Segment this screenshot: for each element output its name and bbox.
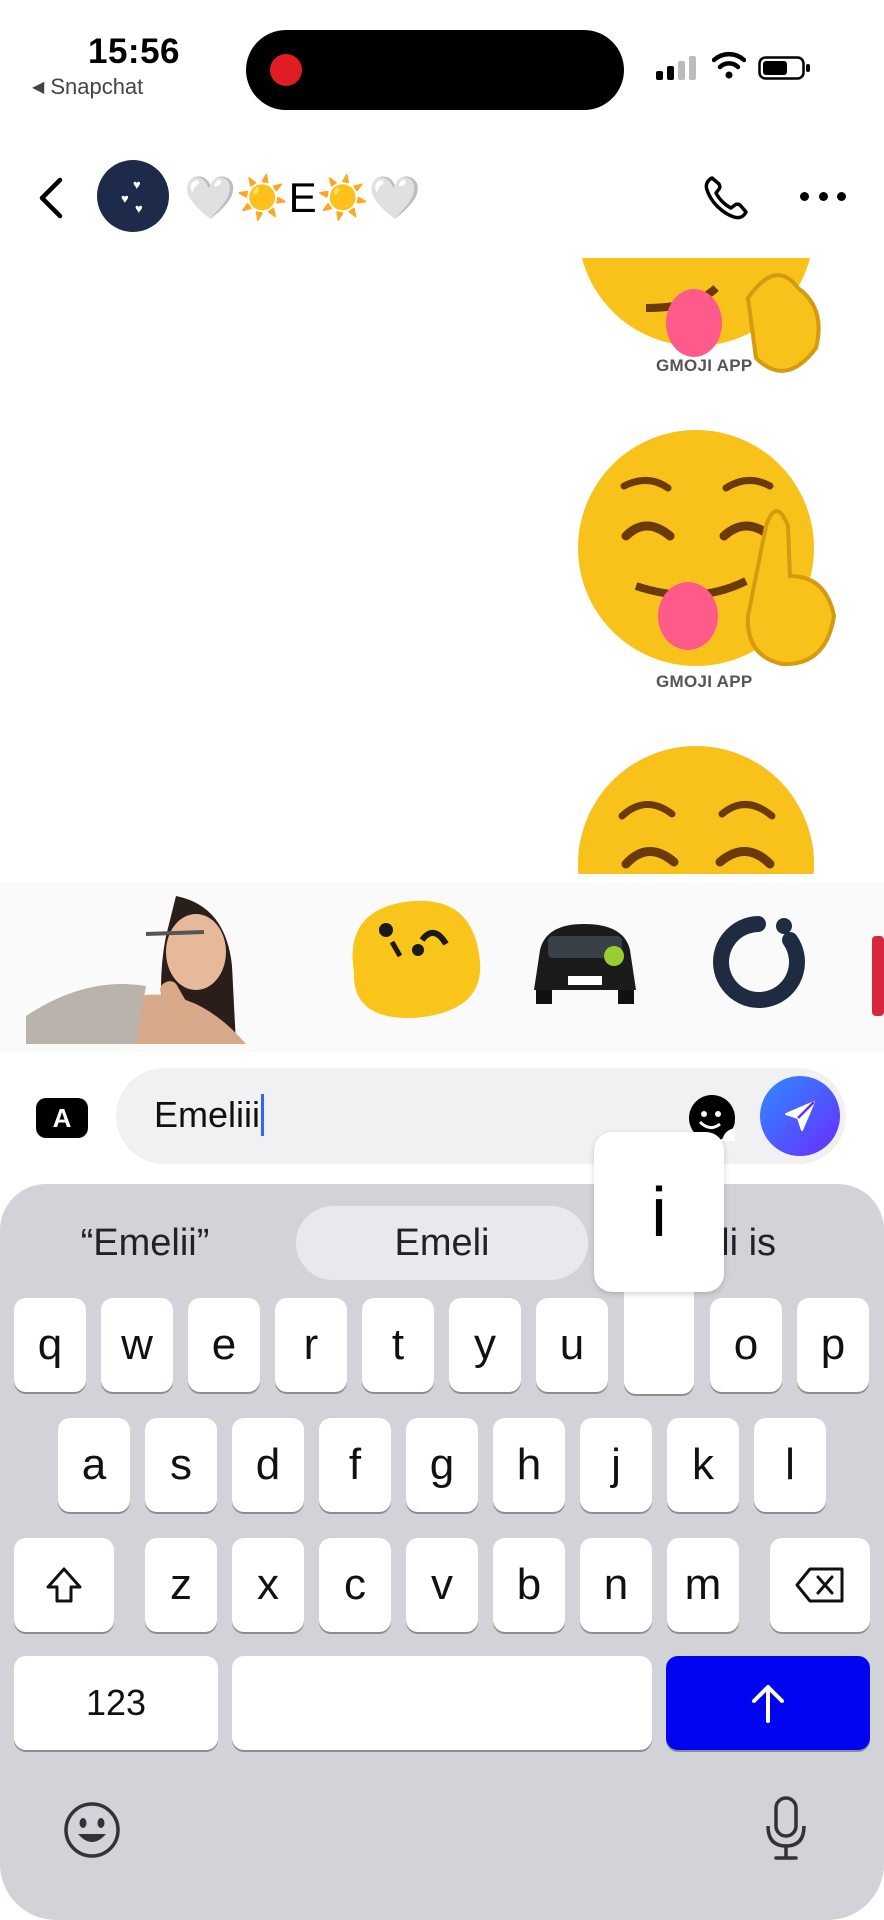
key-g[interactable]: g bbox=[406, 1418, 478, 1512]
more-options-icon[interactable] bbox=[800, 188, 846, 204]
avatar[interactable]: ♥ ♥ ♥ bbox=[97, 160, 169, 232]
key-t[interactable]: t bbox=[362, 1298, 434, 1392]
emoji-keyboard-icon[interactable] bbox=[62, 1800, 122, 1860]
photo-sticker-icon bbox=[26, 896, 246, 1044]
key-q[interactable]: q bbox=[14, 1298, 86, 1392]
key-l[interactable]: l bbox=[754, 1418, 826, 1512]
key-d[interactable]: d bbox=[232, 1418, 304, 1512]
sticker-caption: GMOJI APP bbox=[656, 356, 753, 375]
car-sticker-icon bbox=[534, 924, 636, 1004]
wifi-icon bbox=[712, 51, 746, 79]
sticker-caption: GMOJI APP bbox=[656, 672, 753, 691]
dynamic-island bbox=[246, 30, 624, 110]
backspace-icon bbox=[795, 1567, 844, 1603]
car-sticker[interactable] bbox=[532, 920, 638, 1006]
message-input-text: Emeliii bbox=[154, 1094, 261, 1135]
battery-icon bbox=[758, 56, 810, 80]
key-i[interactable]: i bbox=[594, 1132, 724, 1394]
tongue-wink-sticker-icon bbox=[578, 430, 837, 667]
send-button[interactable] bbox=[760, 1076, 840, 1156]
chat-title[interactable]: 🤍☀️E☀️🤍 bbox=[184, 172, 421, 224]
back-chevron-icon[interactable] bbox=[34, 176, 70, 220]
shift-key[interactable] bbox=[14, 1538, 114, 1632]
space-key[interactable] bbox=[232, 1656, 652, 1750]
phone-icon[interactable] bbox=[700, 172, 752, 224]
send-arrow-icon bbox=[785, 1101, 815, 1131]
key-z[interactable]: z bbox=[145, 1538, 217, 1632]
key-e[interactable]: e bbox=[188, 1298, 260, 1392]
shift-arrow-icon bbox=[46, 1567, 82, 1603]
blob-sticker-icon bbox=[352, 900, 481, 1019]
prediction-quoted[interactable]: “Emelii” bbox=[40, 1206, 250, 1280]
delete-key[interactable] bbox=[770, 1538, 870, 1632]
key-a[interactable]: a bbox=[58, 1418, 130, 1512]
key-k[interactable]: k bbox=[667, 1418, 739, 1512]
sticker-suggestions[interactable] bbox=[0, 882, 884, 1052]
key-x[interactable]: x bbox=[232, 1538, 304, 1632]
key-s[interactable]: s bbox=[145, 1418, 217, 1512]
text-caret bbox=[261, 1094, 265, 1136]
microphone-icon[interactable] bbox=[764, 1796, 808, 1862]
key-y[interactable]: y bbox=[449, 1298, 521, 1392]
key-j[interactable]: j bbox=[580, 1418, 652, 1512]
key-c[interactable]: c bbox=[319, 1538, 391, 1632]
recording-indicator-icon bbox=[270, 54, 302, 86]
key-h[interactable]: h bbox=[493, 1418, 565, 1512]
loader-sticker[interactable] bbox=[708, 912, 808, 1012]
partial-red-sticker[interactable] bbox=[872, 936, 884, 1016]
status-time: 15:56 bbox=[88, 32, 181, 71]
key-f[interactable]: f bbox=[319, 1418, 391, 1512]
bitmoji-a-button[interactable]: A bbox=[36, 1098, 88, 1138]
sticker-message[interactable] bbox=[576, 744, 836, 874]
key-p[interactable]: p bbox=[797, 1298, 869, 1392]
smiling-sticker-icon bbox=[578, 746, 814, 874]
message-input[interactable]: Emeliii bbox=[154, 1094, 265, 1136]
key-n[interactable]: n bbox=[580, 1538, 652, 1632]
numbers-key[interactable]: 123 bbox=[14, 1656, 218, 1750]
key-b[interactable]: b bbox=[493, 1538, 565, 1632]
sticker-message[interactable] bbox=[576, 426, 856, 686]
photo-sticker[interactable] bbox=[26, 896, 248, 1044]
key-i-popup: i bbox=[594, 1132, 724, 1292]
blob-sticker[interactable] bbox=[334, 892, 484, 1022]
back-to-app-label: Snapchat bbox=[50, 74, 144, 99]
back-to-app-arrow-icon: ◀ bbox=[32, 79, 45, 96]
key-m[interactable]: m bbox=[667, 1538, 739, 1632]
loader-sticker-icon bbox=[713, 916, 805, 1008]
return-key[interactable] bbox=[666, 1656, 870, 1750]
back-to-app-link[interactable]: ◀ Snapchat bbox=[32, 74, 143, 100]
prediction-suggested[interactable]: Emeli bbox=[296, 1206, 588, 1280]
message-list[interactable]: GMOJI APP GMOJI APP bbox=[0, 258, 884, 874]
up-arrow-icon bbox=[752, 1685, 784, 1723]
key-w[interactable]: w bbox=[101, 1298, 173, 1392]
cellular-signal-icon bbox=[656, 56, 696, 80]
key-r[interactable]: r bbox=[275, 1298, 347, 1392]
key-v[interactable]: v bbox=[406, 1538, 478, 1632]
